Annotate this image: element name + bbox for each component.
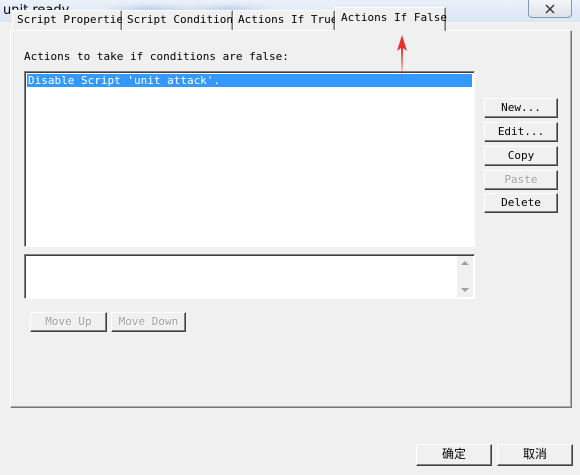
actions-label: Actions to take if conditions are false: <box>24 50 289 63</box>
scroll-up-icon[interactable] <box>461 261 469 265</box>
tab-label: Actions If True <box>238 13 338 26</box>
close-icon <box>545 4 555 13</box>
new-button[interactable]: New... <box>484 98 558 118</box>
move-up-button[interactable]: Move Up <box>30 312 107 332</box>
cancel-button[interactable]: 取消 <box>497 444 573 466</box>
ok-button[interactable]: 确定 <box>416 444 492 466</box>
tab-label: Script Conditions <box>127 13 240 26</box>
tab-actions-if-true[interactable]: Actions If True <box>233 10 338 30</box>
tab-script-conditions[interactable]: Script Conditions <box>122 10 240 30</box>
copy-button[interactable]: Copy <box>484 146 558 166</box>
tab-actions-if-false[interactable]: Actions If False <box>335 7 447 31</box>
red-arrow-annotation <box>397 35 407 78</box>
action-description-box[interactable] <box>24 254 475 299</box>
actions-listbox[interactable]: Disable Script 'unit attack'. <box>24 71 475 247</box>
scroll-down-icon[interactable] <box>461 288 469 292</box>
close-button[interactable] <box>528 0 572 18</box>
tab-label: Script Properties <box>17 13 130 26</box>
move-down-button[interactable]: Move Down <box>111 312 186 332</box>
tab-label: Actions If False <box>341 11 447 24</box>
edit-button[interactable]: Edit... <box>484 122 558 142</box>
vertical-scrollbar[interactable] <box>457 256 473 297</box>
paste-button[interactable]: Paste <box>484 170 558 190</box>
tab-script-properties[interactable]: Script Properties <box>12 10 130 30</box>
delete-button[interactable]: Delete <box>484 193 558 213</box>
